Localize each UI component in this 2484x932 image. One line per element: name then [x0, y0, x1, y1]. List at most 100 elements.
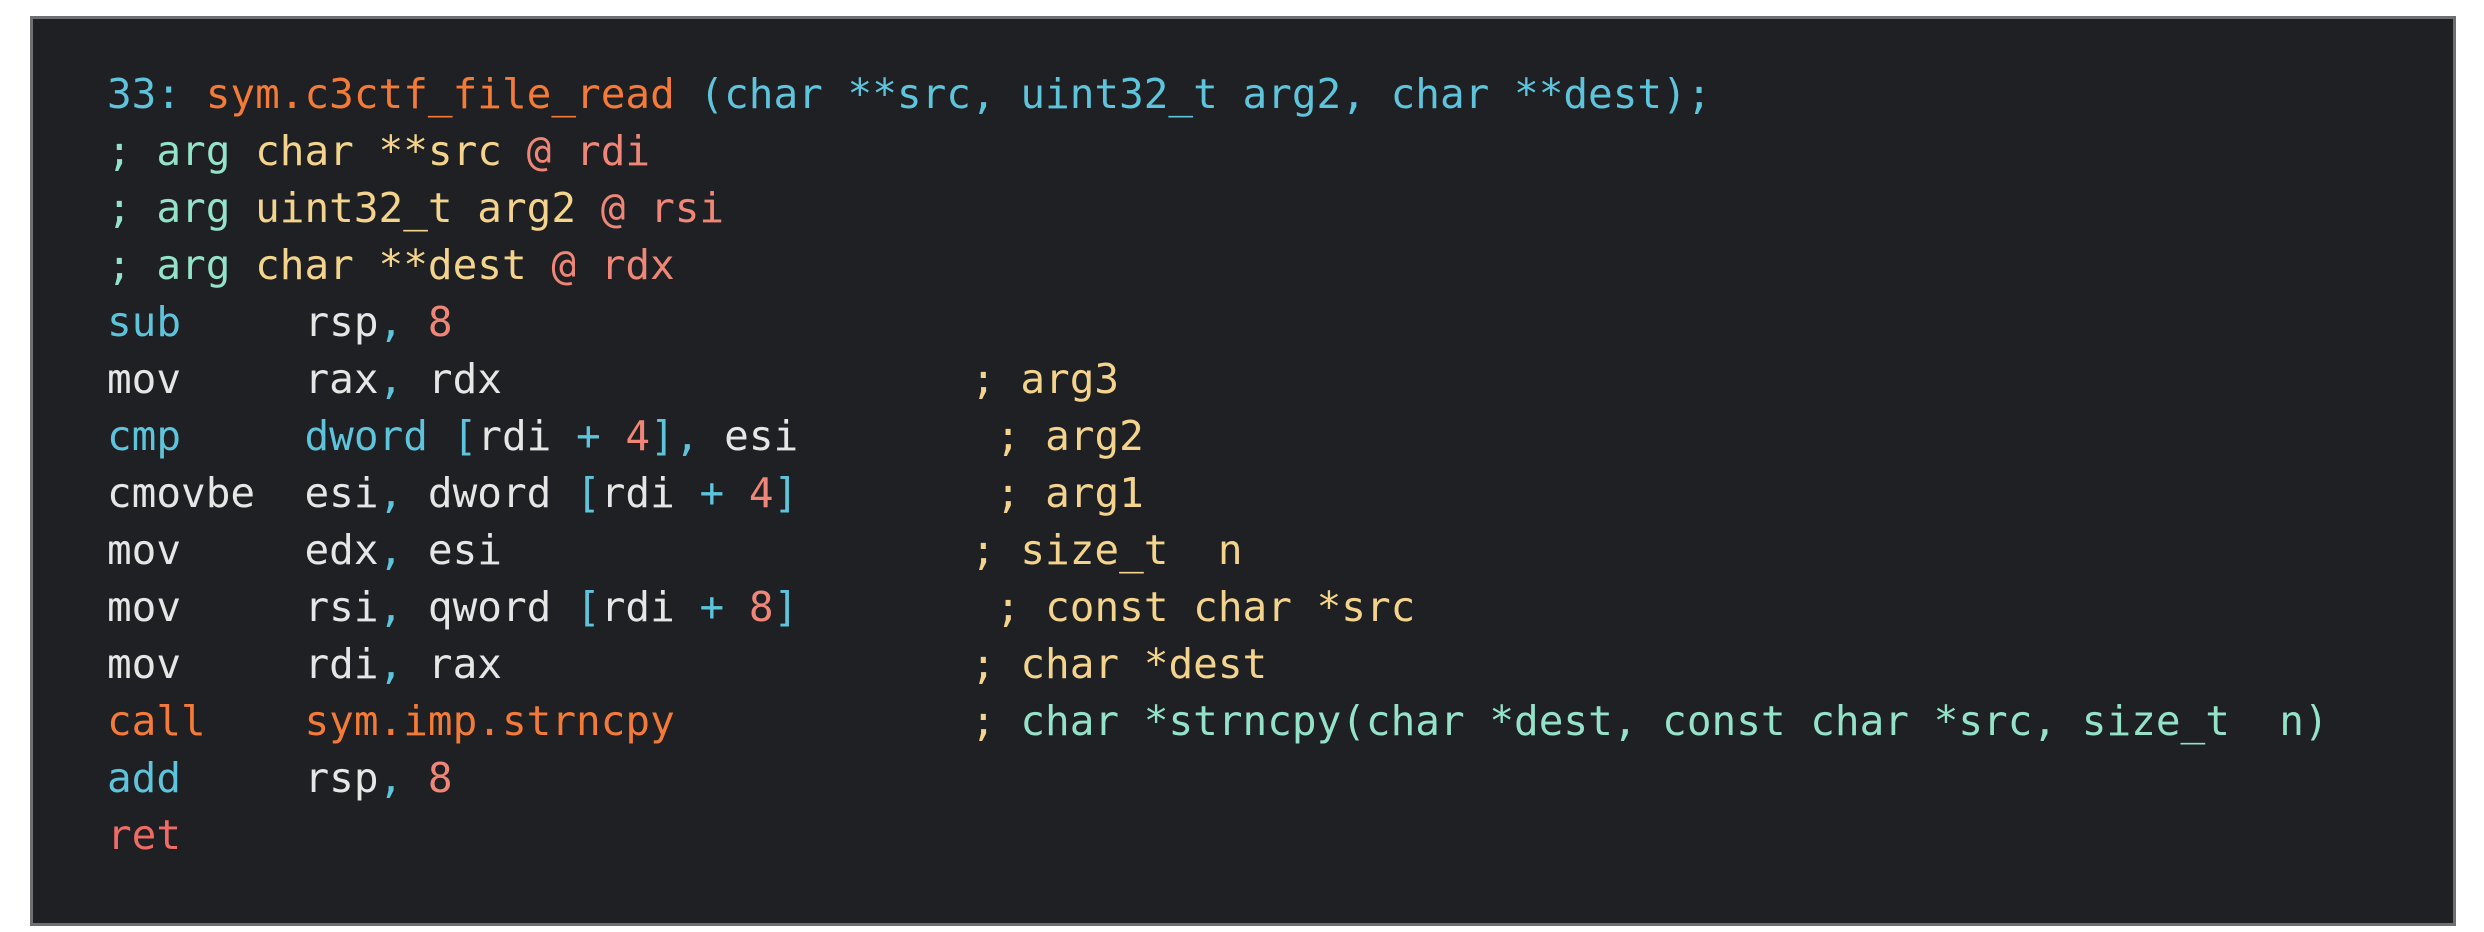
code-token: ] — [773, 469, 799, 517]
instruction-line: cmovbe esi, dword [rdi + 4] ; arg1 — [107, 465, 2329, 522]
code-token: 33: — [107, 70, 206, 118]
code-token: sym.imp.strncpy — [304, 697, 675, 745]
code-token: ; — [995, 583, 1046, 631]
instruction-line: cmp dword [rdi + 4], esi ; arg2 — [107, 408, 2329, 465]
argument-comment-line: ; arg uint32_t arg2 @ rsi — [107, 180, 2329, 237]
code-token: ] — [773, 583, 799, 631]
code-token: arg1 — [1045, 469, 1144, 517]
code-token: [ — [551, 469, 601, 517]
function-signature-line: 33: sym.c3ctf_file_read (char **src, uin… — [107, 66, 2329, 123]
disassembly-panel: 33: sym.c3ctf_file_read (char **src, uin… — [30, 16, 2456, 926]
code-token: rax — [427, 640, 502, 688]
code-token: uint32_t arg2 — [255, 184, 577, 232]
code-token: [ — [427, 412, 478, 460]
code-token: sym.c3ctf_file_read — [205, 70, 675, 118]
code-token: esi — [304, 469, 379, 517]
code-token: size_t n — [1020, 526, 1243, 574]
code-token: + — [551, 412, 626, 460]
code-token: rdi — [304, 640, 379, 688]
code-token: rdi — [477, 412, 552, 460]
code-token: ; — [970, 355, 1021, 403]
argument-comment-line: ; arg char **dest @ rdx — [107, 237, 2329, 294]
code-token: ], — [650, 412, 725, 460]
instruction-line: ret — [107, 807, 2329, 864]
code-token: rdi — [600, 469, 675, 517]
instruction-line: mov rdi, rax ; char *dest — [107, 636, 2329, 693]
code-token: ; — [995, 412, 1046, 460]
code-token: rdi — [600, 583, 675, 631]
code-token: @ rsi — [576, 184, 725, 232]
code-token: cmovbe — [107, 469, 256, 517]
disassembly-listing: 33: sym.c3ctf_file_read (char **src, uin… — [107, 66, 2329, 864]
code-token: rax — [304, 355, 379, 403]
code-token: esi — [427, 526, 502, 574]
code-token: , — [378, 469, 428, 517]
code-token: cmp — [107, 412, 182, 460]
instruction-line: mov rax, rdx ; arg3 — [107, 351, 2329, 408]
code-token: + — [674, 583, 749, 631]
code-token: char **dest — [255, 241, 527, 289]
code-token: rsi — [304, 583, 379, 631]
code-token: ; — [970, 697, 1021, 745]
code-token: rdx — [427, 355, 502, 403]
instruction-line: sub rsp, 8 — [107, 294, 2329, 351]
code-token: dword — [427, 469, 552, 517]
code-token: const char *src — [1045, 583, 1416, 631]
code-token: , — [378, 526, 428, 574]
argument-comment-line: ; arg char **src @ rdi — [107, 123, 2329, 180]
code-token: 8 — [427, 298, 453, 346]
code-token: ; — [995, 469, 1046, 517]
code-token: (char **src, uint32_t arg2, char **dest)… — [674, 70, 1712, 118]
code-token: , — [378, 583, 428, 631]
code-token: 4 — [625, 412, 651, 460]
code-token: , — [378, 640, 428, 688]
instruction-line: add rsp, 8 — [107, 750, 2329, 807]
code-token: ; — [970, 640, 1021, 688]
code-token: char *strncpy(char *dest, const char *sr… — [1020, 697, 2329, 745]
code-token: rsp — [304, 754, 379, 802]
code-token: add — [107, 754, 182, 802]
code-token: [ — [551, 583, 601, 631]
code-token: call — [107, 697, 206, 745]
code-token: char *dest — [1020, 640, 1268, 688]
code-token: qword — [427, 583, 552, 631]
code-token: ; arg — [107, 184, 256, 232]
instruction-line: mov edx, esi ; size_t n — [107, 522, 2329, 579]
code-token: ; arg — [107, 241, 256, 289]
code-token: dword — [304, 412, 428, 460]
code-token: mov — [107, 526, 182, 574]
code-token: ret — [107, 811, 182, 859]
instruction-line: call sym.imp.strncpy ; char *strncpy(cha… — [107, 693, 2329, 750]
code-token: sub — [107, 298, 182, 346]
code-token: @ rdi — [501, 127, 651, 175]
code-token: + — [674, 469, 749, 517]
code-token: mov — [107, 640, 182, 688]
code-token: 4 — [748, 469, 774, 517]
code-token: mov — [107, 583, 182, 631]
code-token: 8 — [427, 754, 453, 802]
code-token: ; arg — [107, 127, 256, 175]
code-token: rsp — [304, 298, 379, 346]
code-token: arg3 — [1020, 355, 1120, 403]
code-token: , — [378, 355, 428, 403]
code-token: char **src — [255, 127, 502, 175]
code-token: esi — [724, 412, 799, 460]
code-token: 8 — [748, 583, 774, 631]
code-token: , — [378, 754, 428, 802]
code-token: arg2 — [1045, 412, 1144, 460]
code-token: @ rdx — [526, 241, 675, 289]
